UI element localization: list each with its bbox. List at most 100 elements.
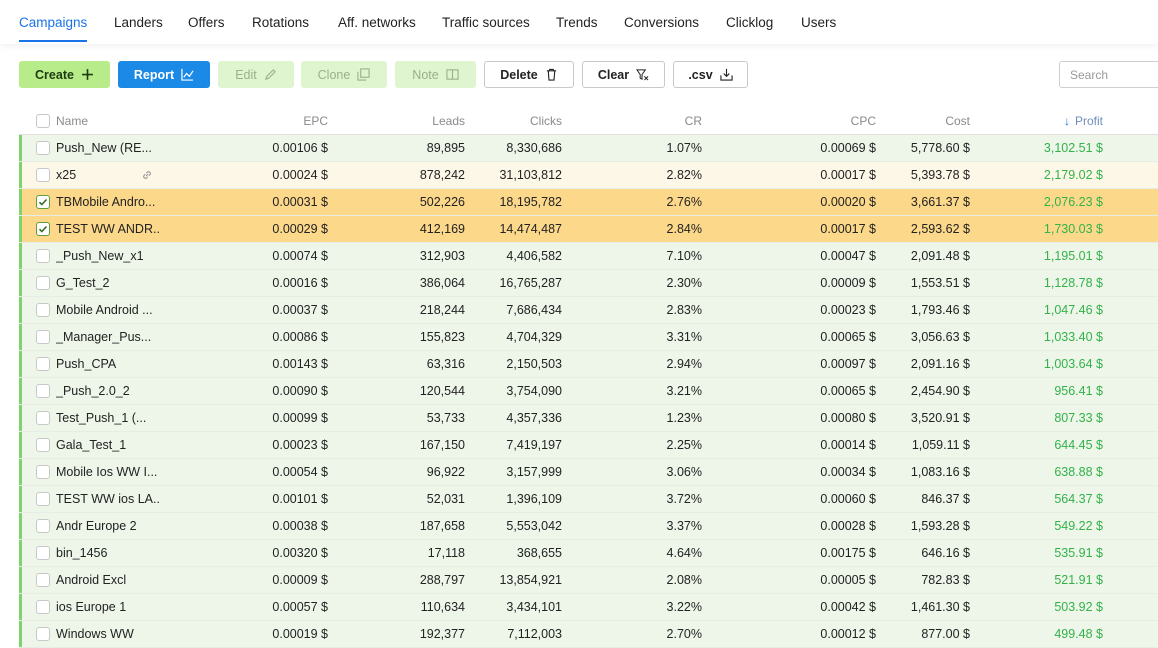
campaign-name[interactable]: ios Europe 1 — [56, 594, 161, 620]
campaign-name[interactable]: G_Test_2 — [56, 270, 161, 296]
create-button[interactable]: Create — [19, 61, 110, 88]
csv-export-button[interactable]: .csv — [673, 61, 748, 88]
row-checkbox[interactable] — [36, 357, 50, 371]
row-checkbox[interactable] — [36, 222, 50, 236]
row-checkbox[interactable] — [36, 249, 50, 263]
row-checkbox[interactable] — [36, 141, 50, 155]
cell-cr: 7.10% — [666, 249, 702, 263]
delete-button-label: Delete — [500, 67, 538, 82]
campaign-name[interactable]: Mobile Ios WW I... — [56, 459, 161, 485]
table-row[interactable]: _Push_New_x1 0.00074 $ 312,903 4,406,582 7.1… — [19, 243, 1158, 270]
tab-aff-networks[interactable]: Aff. networks — [338, 15, 416, 30]
row-checkbox[interactable] — [36, 330, 50, 344]
table-row[interactable]: Test_Push_1 (... 0.00099 $ 53,733 4,357,336… — [19, 405, 1158, 432]
cell-cost: 1,793.46 $ — [910, 303, 970, 317]
table-row[interactable]: Push_New (RE... 0.00106 $ 89,895 8,330,686 1… — [19, 135, 1158, 162]
cell-profit: 1,128.78 $ — [1043, 276, 1103, 290]
column-header-leads[interactable]: Leads — [349, 108, 465, 134]
clone-button[interactable]: Clone — [301, 61, 387, 88]
cell-cost: 3,661.37 $ — [910, 195, 970, 209]
table-row[interactable]: Gala_Test_1 0.00023 $ 167,150 7,419,197 2.25… — [19, 432, 1158, 459]
campaign-name[interactable]: Gala_Test_1 — [56, 432, 161, 458]
tab-clicklog[interactable]: Clicklog — [726, 15, 773, 30]
row-checkbox[interactable] — [36, 546, 50, 560]
table-row[interactable]: x25 0.00024 $878,242 31,103,812 2.82% 0.0001… — [19, 162, 1158, 189]
tab-rotations[interactable]: Rotations — [252, 15, 309, 30]
tab-trends[interactable]: Trends — [556, 15, 598, 30]
campaign-name[interactable]: Test_Push_1 (... — [56, 405, 161, 431]
active-tab-indicator — [19, 40, 87, 42]
campaign-name[interactable]: TEST WW ios LA... — [56, 486, 161, 512]
column-header-clicks[interactable]: Clicks — [465, 108, 562, 134]
column-header-cr[interactable]: CR — [579, 108, 702, 134]
campaign-name[interactable]: _Manager_Pus... — [56, 324, 161, 350]
tab-landers[interactable]: Landers — [114, 15, 163, 30]
row-checkbox[interactable] — [36, 438, 50, 452]
row-status-bar — [19, 432, 22, 458]
plus-icon — [82, 69, 93, 80]
search-input[interactable] — [1059, 61, 1158, 88]
campaign-name[interactable]: TEST WW ANDR... — [56, 216, 161, 242]
table-row[interactable]: Andr Europe 2 0.00038 $ 187,658 5,553,042 3.… — [19, 513, 1158, 540]
column-header-cpc[interactable]: CPC — [719, 108, 876, 134]
table-row[interactable]: TEST WW ANDR... 0.00029 $ 412,169 14,474,48… — [19, 216, 1158, 243]
campaign-name[interactable]: Windows WW — [56, 621, 161, 647]
edit-button[interactable]: Edit — [218, 61, 294, 88]
table-row[interactable]: G_Test_2 0.00016 $ 386,064 16,765,287 2.30% 0… — [19, 270, 1158, 297]
table-row[interactable]: TEST WW ios LA... 0.00101 $ 52,031 1,396,10… — [19, 486, 1158, 513]
row-checkbox[interactable] — [36, 384, 50, 398]
table-row[interactable]: ios Europe 1 0.00057 $ 110,634 3,434,101 3.2… — [19, 594, 1158, 621]
column-header-name[interactable]: Name — [56, 108, 161, 134]
link-icon[interactable] — [139, 162, 155, 188]
campaigns-table: Name EPC Leads Clicks CR CPC Cost ↓ Profi… — [19, 108, 1158, 648]
row-checkbox[interactable] — [36, 492, 50, 506]
row-checkbox[interactable] — [36, 600, 50, 614]
tab-campaigns[interactable]: Campaigns — [19, 15, 87, 30]
row-checkbox[interactable] — [36, 168, 50, 182]
check-icon — [38, 198, 48, 206]
tab-traffic-sources[interactable]: Traffic sources — [442, 15, 530, 30]
row-checkbox[interactable] — [36, 276, 50, 290]
row-checkbox[interactable] — [36, 195, 50, 209]
table-row[interactable]: _Manager_Pus... 0.00086 $ 155,823 4,704,329… — [19, 324, 1158, 351]
table-row[interactable]: Android Excl 0.00009 $ 288,797 13,854,921 2.… — [19, 567, 1158, 594]
clear-button[interactable]: Clear — [582, 61, 665, 88]
campaign-name[interactable]: TBMobile Andro... — [56, 189, 161, 215]
campaign-name[interactable]: Andr Europe 2 — [56, 513, 161, 539]
table-row[interactable]: _Push_2.0_2 0.00090 $ 120,544 3,754,090 3.21… — [19, 378, 1158, 405]
table-row[interactable]: Push_CPA 0.00143 $ 63,316 2,150,503 2.94% 0.0… — [19, 351, 1158, 378]
top-nav: Campaigns Landers Offers Rotations Aff. … — [0, 0, 1158, 44]
campaign-name[interactable]: Mobile Android ... — [56, 297, 161, 323]
row-checkbox[interactable] — [36, 627, 50, 641]
row-checkbox[interactable] — [36, 411, 50, 425]
tab-offers[interactable]: Offers — [188, 15, 225, 30]
cell-profit: 535.91 $ — [1054, 546, 1103, 560]
cell-cr: 2.94% — [666, 357, 702, 371]
campaign-name[interactable]: Push_CPA — [56, 351, 161, 377]
campaign-name[interactable]: Android Excl — [56, 567, 161, 593]
tab-conversions[interactable]: Conversions — [624, 15, 699, 30]
column-header-epc[interactable]: EPC — [169, 108, 328, 134]
column-header-cost[interactable]: Cost — [876, 108, 970, 134]
column-header-profit[interactable]: ↓ Profit — [979, 108, 1103, 134]
delete-button[interactable]: Delete — [484, 61, 574, 88]
table-row[interactable]: Mobile Ios WW I... 0.00054 $ 96,922 3,157,9… — [19, 459, 1158, 486]
report-button[interactable]: Report — [118, 61, 210, 88]
row-checkbox[interactable] — [36, 465, 50, 479]
table-row[interactable]: TBMobile Andro... 0.00031 $ 502,226 18,195,… — [19, 189, 1158, 216]
tab-users[interactable]: Users — [801, 15, 836, 30]
row-checkbox[interactable] — [36, 303, 50, 317]
campaign-name[interactable]: _Push_New_x1 — [56, 243, 161, 269]
table-row[interactable]: Mobile Android ... 0.00037 $ 218,244 7,686,… — [19, 297, 1158, 324]
row-checkbox[interactable] — [36, 519, 50, 533]
table-row[interactable]: Windows WW 0.00019 $ 192,377 7,112,003 2.70%… — [19, 621, 1158, 648]
campaign-name[interactable]: Push_New (RE... — [56, 135, 161, 161]
cell-clicks: 4,406,582 — [506, 249, 562, 263]
clone-button-label: Clone — [317, 67, 351, 82]
campaign-name[interactable]: bin_1456 — [56, 540, 161, 566]
row-checkbox[interactable] — [36, 573, 50, 587]
note-button[interactable]: Note — [395, 61, 476, 88]
select-all-checkbox[interactable] — [36, 114, 50, 128]
table-row[interactable]: bin_1456 0.00320 $ 17,118 368,655 4.64% 0.001… — [19, 540, 1158, 567]
campaign-name[interactable]: _Push_2.0_2 — [56, 378, 161, 404]
